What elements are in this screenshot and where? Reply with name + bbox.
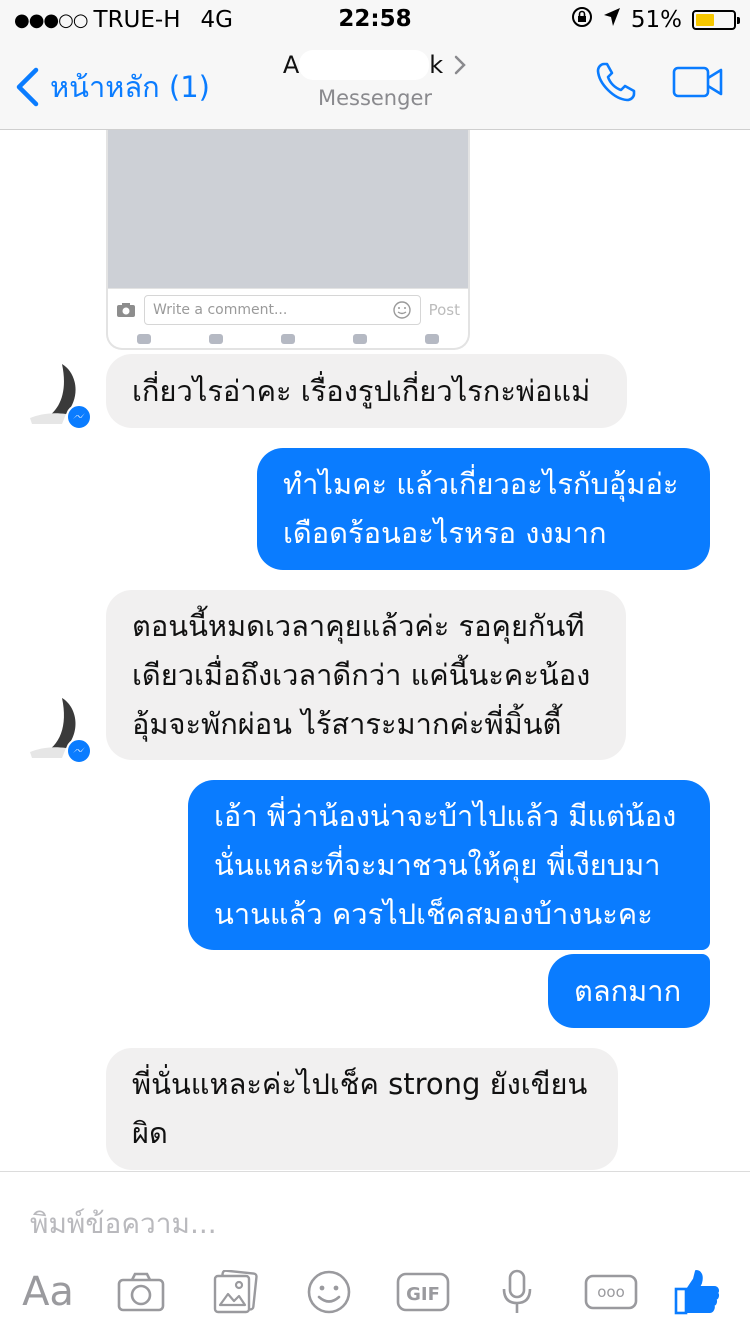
- image-icon: [213, 1270, 258, 1314]
- more-button[interactable]: ooo: [584, 1264, 638, 1320]
- message-list[interactable]: Write a comment... Post เกี่ยวไรอ่าคะ เร…: [0, 130, 750, 1170]
- message-input[interactable]: พิมพ์ข้อความ...: [30, 1202, 217, 1246]
- chevron-right-icon: [454, 55, 466, 75]
- contact-name-start: A: [282, 51, 300, 79]
- battery-level: [696, 14, 714, 26]
- post-button: Post: [428, 300, 460, 319]
- contact-name-end: k: [429, 51, 444, 79]
- comment-placeholder: Write a comment...: [153, 301, 288, 318]
- message-bubble-outgoing[interactable]: ทำไมคะ แล้วเกี่ยวอะไรกับอุ้มอ่ะ เดือดร้อ…: [257, 448, 710, 570]
- message-bubble-incoming[interactable]: ตอนนี้หมดเวลาคุยแล้วค่ะ รอคุยกันที เดียว…: [106, 590, 626, 760]
- more-label: ooo: [597, 1283, 625, 1301]
- comment-row: Write a comment... Post: [108, 288, 468, 330]
- smiley-icon: [392, 300, 411, 319]
- tab-icon: [425, 334, 439, 344]
- tab-icon: [281, 334, 295, 344]
- message-bubble-incoming[interactable]: พี่นั่นแหละค่ะไปเช็ค strong ยังเขียน ผิด: [106, 1048, 618, 1170]
- thumbs-up-icon: [674, 1270, 720, 1315]
- camera-button[interactable]: [116, 1264, 166, 1320]
- microphone-button[interactable]: [500, 1264, 534, 1320]
- avatar[interactable]: [22, 696, 92, 764]
- phone-icon[interactable]: [594, 60, 638, 108]
- location-arrow-icon: [603, 7, 621, 33]
- gif-button[interactable]: GIF: [396, 1264, 450, 1320]
- camera-icon: [117, 1272, 165, 1312]
- camera-icon: [117, 302, 135, 317]
- messenger-badge-icon: [66, 404, 92, 430]
- messenger-badge-icon: [66, 738, 92, 764]
- status-right: 51%: [571, 6, 740, 34]
- composer-toolbar: Aa GIF ooo: [0, 1264, 750, 1324]
- avatar[interactable]: [22, 362, 92, 430]
- image-button[interactable]: [212, 1264, 260, 1320]
- message-bubble-outgoing[interactable]: เอ้า พี่ว่าน้องน่าจะบ้าไปแล้ว มีแต่น้อง …: [188, 780, 710, 950]
- emoji-button[interactable]: [305, 1264, 353, 1320]
- microphone-icon: [502, 1269, 532, 1313]
- chevron-left-icon: [16, 67, 39, 107]
- back-label: หน้าหลัก (1): [50, 70, 210, 104]
- text-format-label: Aa: [22, 1269, 74, 1315]
- shared-image: [108, 130, 468, 288]
- gif-icon: GIF: [396, 1272, 450, 1312]
- message-bubble-outgoing[interactable]: ตลกมาก: [548, 954, 710, 1028]
- text-format-button[interactable]: Aa: [22, 1264, 74, 1320]
- call-actions: [594, 60, 724, 108]
- back-button[interactable]: หน้าหลัก (1): [14, 64, 210, 110]
- contact-subtitle: Messenger: [317, 86, 433, 110]
- video-camera-icon[interactable]: [672, 65, 724, 103]
- smiley-icon: [307, 1270, 351, 1314]
- battery-icon: [692, 10, 740, 30]
- status-bar: ●●●○○ TRUE-H 4G 22:58 51%: [0, 0, 750, 40]
- tab-icon: [209, 334, 223, 344]
- name-redaction: [299, 50, 430, 80]
- gif-label: GIF: [406, 1284, 440, 1305]
- comment-input: Write a comment...: [144, 294, 421, 325]
- message-bubble-incoming[interactable]: เกี่ยวไรอ่าคะ เรื่องรูปเกี่ยวไรกะพ่อแม่: [106, 354, 627, 428]
- shared-post-preview[interactable]: Write a comment... Post: [106, 130, 470, 350]
- more-icon: ooo: [584, 1274, 638, 1310]
- location-lock-icon: [571, 6, 593, 34]
- tab-icon: [137, 334, 151, 344]
- shared-tab-bar: [108, 334, 468, 348]
- tab-icon: [353, 334, 367, 344]
- like-button[interactable]: [672, 1264, 722, 1320]
- contact-title[interactable]: A k Messenger: [250, 50, 500, 110]
- battery-percent: 51%: [630, 7, 682, 33]
- composer: พิมพ์ข้อความ... Aa GIF ooo: [0, 1171, 750, 1335]
- conversation-header: หน้าหลัก (1) A k Messenger: [0, 40, 750, 130]
